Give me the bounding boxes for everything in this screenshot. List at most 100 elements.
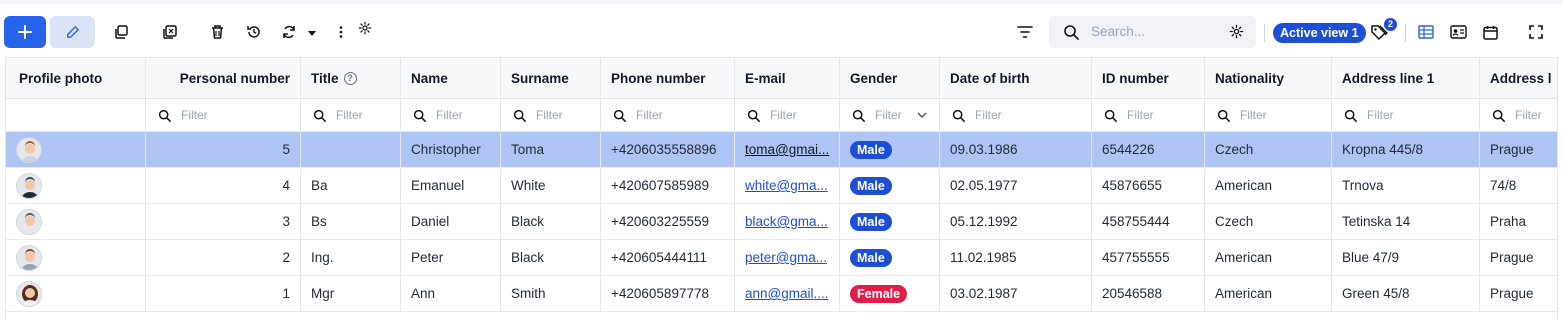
table-view-button[interactable]	[1412, 18, 1440, 46]
cell-phone-number[interactable]: +420607585989	[601, 168, 735, 203]
cell-title[interactable]: Mgr	[301, 276, 401, 311]
fullscreen-button[interactable]	[1522, 18, 1550, 46]
table-row[interactable]: 1 Mgr Ann Smith +420605897778 ann@gmail.... Fe…	[6, 276, 1557, 312]
filter-input-phone-number[interactable]: Filter	[601, 99, 735, 131]
column-header-gender[interactable]: Gender	[840, 58, 940, 98]
column-header-address-line-2[interactable]: Address l	[1480, 58, 1557, 98]
filter-input-date-of-birth[interactable]: Filter	[940, 99, 1092, 131]
filter-input-personal-number[interactable]: Filter	[146, 99, 301, 131]
search-settings-icon[interactable]	[1229, 24, 1244, 39]
filter-input-surname[interactable]: Filter	[501, 99, 601, 131]
column-header-email[interactable]: E-mail	[735, 58, 840, 98]
table-row[interactable]: 5 Christopher Toma +4206035558896 toma@gmai.…	[6, 132, 1557, 168]
search-input[interactable]: Search...	[1049, 16, 1256, 48]
add-button[interactable]	[4, 16, 46, 48]
column-header-title[interactable]: Title?	[301, 58, 401, 98]
help-circle-icon[interactable]: ?	[343, 71, 357, 85]
cell-id-number[interactable]: 457755555	[1092, 240, 1205, 275]
calendar-view-button[interactable]	[1476, 18, 1504, 46]
cell-personal-number[interactable]: 2	[146, 240, 301, 275]
cell-address-line-1[interactable]: Green 45/8	[1332, 276, 1480, 311]
column-header-profile-photo[interactable]: Profile photo	[6, 58, 146, 98]
column-header-phone-number[interactable]: Phone number	[601, 58, 735, 98]
history-button[interactable]	[240, 18, 268, 46]
cell-title[interactable]	[301, 132, 401, 167]
cell-email[interactable]: peter@gma...	[735, 240, 840, 275]
cell-email[interactable]: white@gma...	[735, 168, 840, 203]
column-header-name[interactable]: Name	[401, 58, 501, 98]
column-header-surname[interactable]: Surname	[501, 58, 601, 98]
cell-surname[interactable]: Black	[501, 204, 601, 239]
email-link[interactable]: toma@gmai...	[745, 142, 829, 157]
cell-surname[interactable]: White	[501, 168, 601, 203]
cell-date-of-birth[interactable]: 03.02.1987	[940, 276, 1092, 311]
cell-address-line-1[interactable]: Kropna 445/8	[1332, 132, 1480, 167]
cell-id-number[interactable]: 45876655	[1092, 168, 1205, 203]
more-button[interactable]	[334, 24, 348, 40]
refresh-button[interactable]	[275, 18, 303, 46]
cell-personal-number[interactable]: 5	[146, 132, 301, 167]
cell-gender[interactable]: Male	[840, 204, 940, 239]
cell-gender[interactable]: Male	[840, 168, 940, 203]
cell-email[interactable]: toma@gmai...	[735, 132, 840, 167]
card-view-button[interactable]	[1444, 18, 1472, 46]
filter-button[interactable]	[1011, 18, 1039, 46]
cell-title[interactable]: Ba	[301, 168, 401, 203]
filter-input-address-line-1[interactable]: Filter	[1332, 99, 1480, 131]
cell-phone-number[interactable]: +420603225559	[601, 204, 735, 239]
table-row[interactable]: 3 Bs Daniel Black +420603225559 black@gma... M…	[6, 204, 1557, 240]
active-view-button[interactable]: Active view 1	[1273, 23, 1366, 43]
column-header-date-of-birth[interactable]: Date of birth	[940, 58, 1092, 98]
column-header-nationality[interactable]: Nationality	[1205, 58, 1332, 98]
cell-surname[interactable]: Smith	[501, 276, 601, 311]
cell-surname[interactable]: Toma	[501, 132, 601, 167]
cell-nationality[interactable]: Czech	[1205, 132, 1332, 167]
cell-gender[interactable]: Female	[840, 276, 940, 311]
filter-input-address-line-2[interactable]: Filter	[1480, 99, 1557, 131]
delete-button[interactable]	[203, 18, 231, 46]
cell-address-line-1[interactable]: Blue 47/9	[1332, 240, 1480, 275]
table-row[interactable]: 2 Ing. Peter Black +420605444111 peter@gma...…	[6, 240, 1557, 276]
edit-button[interactable]	[50, 16, 95, 48]
table-row[interactable]: 4 Ba Emanuel White +420607585989 white@gma...…	[6, 168, 1557, 204]
filter-input-id-number[interactable]: Filter	[1092, 99, 1205, 131]
chevron-down-icon[interactable]	[915, 112, 937, 118]
cell-id-number[interactable]: 458755444	[1092, 204, 1205, 239]
cell-id-number[interactable]: 20546588	[1092, 276, 1205, 311]
cell-address-line-2[interactable]: 74/8	[1480, 168, 1557, 203]
cell-email[interactable]: black@gma...	[735, 204, 840, 239]
cell-address-line-1[interactable]: Tetinska 14	[1332, 204, 1480, 239]
filter-input-name[interactable]: Filter	[401, 99, 501, 131]
cell-personal-number[interactable]: 4	[146, 168, 301, 203]
refresh-dropdown[interactable]	[306, 28, 318, 38]
cell-name[interactable]: Peter	[401, 240, 501, 275]
copy-button[interactable]	[107, 18, 135, 46]
cell-email[interactable]: ann@gmail....	[735, 276, 840, 311]
cell-nationality[interactable]: American	[1205, 240, 1332, 275]
toolbar-settings-button[interactable]	[357, 20, 373, 36]
cell-nationality[interactable]: American	[1205, 168, 1332, 203]
cell-surname[interactable]: Black	[501, 240, 601, 275]
cell-nationality[interactable]: American	[1205, 276, 1332, 311]
email-link[interactable]: ann@gmail....	[745, 286, 829, 301]
cell-id-number[interactable]: 6544226	[1092, 132, 1205, 167]
cell-address-line-2[interactable]: Praha	[1480, 204, 1557, 239]
cell-name[interactable]: Christopher	[401, 132, 501, 167]
cell-title[interactable]: Ing.	[301, 240, 401, 275]
cell-gender[interactable]: Male	[840, 132, 940, 167]
cell-address-line-2[interactable]: Prague	[1480, 132, 1557, 167]
cell-name[interactable]: Ann	[401, 276, 501, 311]
cell-address-line-2[interactable]: Prague	[1480, 276, 1557, 311]
cell-date-of-birth[interactable]: 11.02.1985	[940, 240, 1092, 275]
filter-input-gender[interactable]: Filter	[840, 99, 940, 131]
email-link[interactable]: black@gma...	[745, 214, 828, 229]
filter-input-nationality[interactable]: Filter	[1205, 99, 1332, 131]
cell-date-of-birth[interactable]: 09.03.1986	[940, 132, 1092, 167]
cell-date-of-birth[interactable]: 05.12.1992	[940, 204, 1092, 239]
cell-address-line-2[interactable]: Prague	[1480, 240, 1557, 275]
cell-date-of-birth[interactable]: 02.05.1977	[940, 168, 1092, 203]
column-header-id-number[interactable]: ID number	[1092, 58, 1205, 98]
email-link[interactable]: white@gma...	[745, 178, 828, 193]
column-header-personal-number[interactable]: Personal number	[146, 58, 301, 98]
cell-gender[interactable]: Male	[840, 240, 940, 275]
